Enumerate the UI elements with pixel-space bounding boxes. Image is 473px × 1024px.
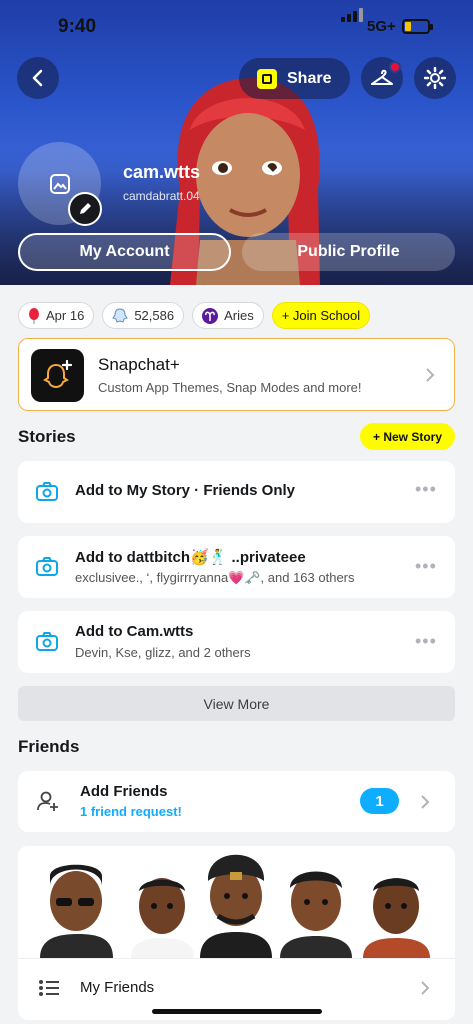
share-label: Share (287, 69, 332, 87)
chevron-right-icon (421, 795, 430, 809)
view-more-button[interactable]: View More (18, 686, 455, 721)
status-bar: 9:40 5G+ (0, 0, 473, 54)
more-options-icon[interactable]: ••• (415, 479, 437, 500)
zodiac-chip[interactable]: Aries (192, 302, 264, 329)
story-subtitle: exclusivee., ‘, flygirrryanna💗🗝️, and 16… (75, 570, 355, 585)
score-chip[interactable]: 52,586 (102, 302, 185, 329)
profile-chips: Apr 16 52,586 Aries + Join School (18, 302, 371, 329)
chevron-left-icon (32, 69, 43, 87)
story-title: Add to dattbitch🥳🕺 ..privateee (75, 549, 306, 566)
profile-header: 9:40 5G+ Share cam.wtts camdabratt.04 My… (0, 0, 473, 285)
display-name[interactable]: cam.wtts (123, 162, 200, 183)
more-options-icon[interactable]: ••• (415, 631, 437, 652)
my-account-button[interactable]: My Account (18, 233, 231, 271)
username: camdabratt.04 (123, 189, 200, 203)
home-indicator (152, 1009, 322, 1014)
story-subtitle: Devin, Kse, glizz, and 2 others (75, 645, 251, 660)
my-friends-label: My Friends (80, 979, 155, 996)
story-item[interactable]: Add to dattbitch🥳🕺 ..privateee exclusive… (18, 536, 455, 598)
camera-icon (36, 482, 58, 501)
friends-heading: Friends (18, 737, 80, 756)
image-placeholder-icon (49, 173, 70, 194)
birthday-text: Apr 16 (46, 308, 85, 323)
add-friends-title: Add Friends (80, 783, 168, 800)
snapcode-icon (257, 68, 277, 89)
snapchat-plus-subtitle: Custom App Themes, Snap Modes and more! (98, 380, 362, 395)
network-label: 5G+ (367, 18, 396, 35)
ghost-score-icon (112, 307, 129, 324)
my-friends-card[interactable]: My Friends (18, 846, 455, 1020)
chevron-right-icon (426, 368, 435, 382)
more-options-icon[interactable]: ••• (415, 556, 437, 577)
notification-dot (389, 61, 401, 73)
pencil-icon (80, 203, 91, 214)
join-school-chip[interactable]: + Join School (271, 302, 371, 329)
zodiac-text: Aries (224, 308, 254, 323)
camera-icon (36, 632, 58, 651)
snapchat-plus-title: Snapchat+ (98, 355, 180, 374)
aries-icon (202, 307, 219, 324)
battery-icon (402, 19, 433, 34)
snapchat-plus-card[interactable]: Snapchat+ Custom App Themes, Snap Modes … (18, 338, 455, 411)
story-item[interactable]: Add to Cam.wtts Devin, Kse, glizz, and 2… (18, 611, 455, 673)
back-button[interactable] (17, 57, 59, 99)
friends-bitmoji-group (40, 854, 430, 958)
birthday-chip[interactable]: Apr 16 (18, 302, 95, 329)
camera-icon (36, 557, 58, 576)
list-icon (39, 980, 59, 996)
score-text: 52,586 (134, 308, 175, 323)
balloon-icon (28, 307, 40, 324)
settings-button[interactable] (414, 57, 456, 99)
stories-heading: Stories (18, 427, 76, 446)
share-button[interactable]: Share (239, 58, 350, 99)
story-title: Add to Cam.wtts (75, 623, 194, 640)
snapchat-plus-icon (31, 349, 84, 402)
story-item[interactable]: Add to My Story · Friends Only ••• (18, 461, 455, 523)
chevron-right-icon (421, 981, 430, 995)
story-title: Add to My Story · Friends Only (75, 482, 296, 499)
new-story-button[interactable]: + New Story (360, 423, 455, 450)
public-profile-button[interactable]: Public Profile (242, 233, 455, 271)
status-time: 9:40 (58, 16, 97, 37)
divider (18, 958, 455, 959)
add-friend-icon (37, 791, 58, 811)
friend-request-text: 1 friend request! (80, 804, 182, 819)
chevron-down-icon[interactable] (263, 163, 283, 179)
friend-request-count-badge: 1 (360, 788, 399, 814)
edit-avatar-button[interactable] (68, 192, 102, 226)
gear-icon (424, 67, 446, 89)
